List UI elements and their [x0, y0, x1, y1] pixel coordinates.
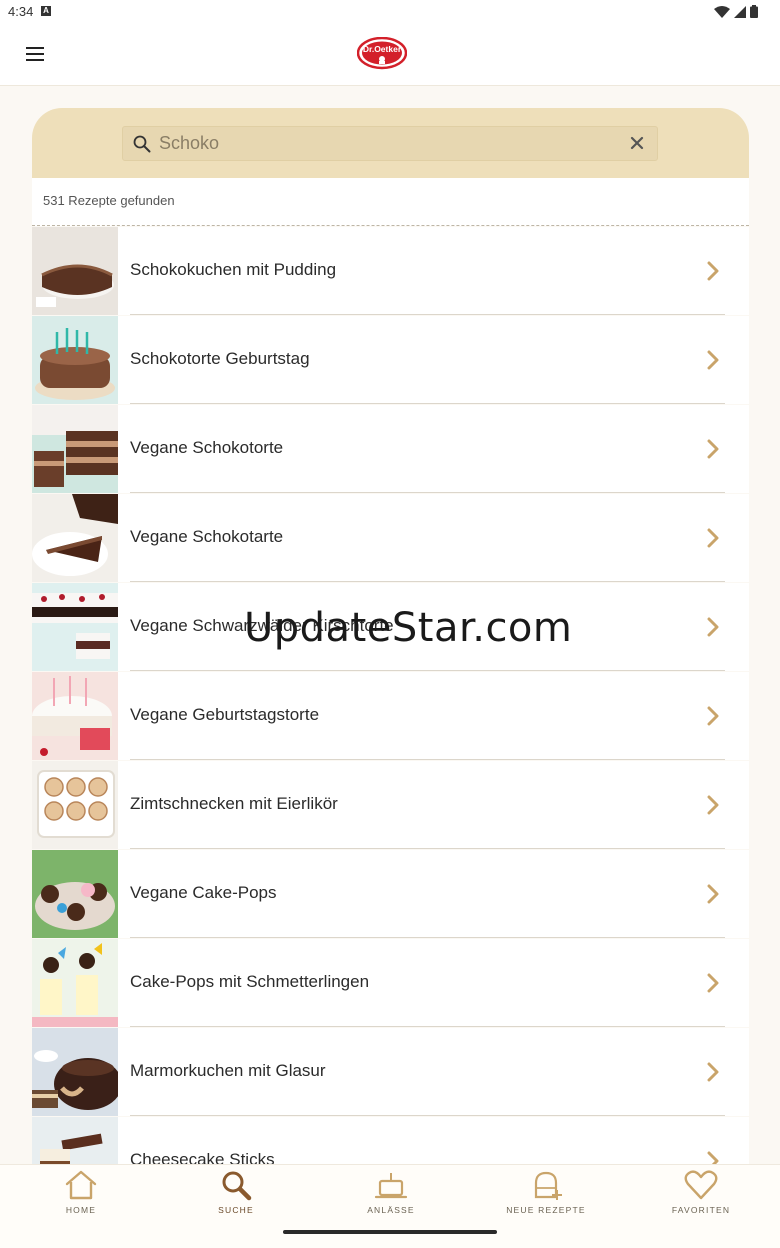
recipe-thumbnail [32, 227, 118, 315]
nav-favorites[interactable]: FAVORITEN [651, 1169, 751, 1225]
search-field[interactable] [122, 126, 658, 161]
recipe-title: Marmorkuchen mit Glasur [130, 1061, 326, 1080]
recipe-row[interactable]: Vegane Schwarzwälder Kirschtorte [32, 583, 749, 671]
chevron-right-icon [707, 528, 719, 548]
recipe-title: Cheesecake Sticks [130, 1150, 275, 1164]
recipe-title: Vegane Schokotarte [130, 527, 284, 546]
nav-home[interactable]: HOME [31, 1169, 131, 1225]
chevron-right-icon [707, 884, 719, 904]
menu-icon-line [26, 53, 44, 55]
search-input[interactable] [159, 127, 619, 160]
cake-icon [374, 1173, 408, 1199]
recipe-row[interactable]: Vegane Schokotorte [32, 405, 749, 493]
menu-button[interactable] [20, 42, 50, 68]
results-count: 531 Rezepte gefunden [43, 193, 175, 208]
recipe-row[interactable]: Schokokuchen mit Pudding [32, 227, 749, 315]
menu-icon-line [26, 59, 44, 61]
search-icon [133, 135, 151, 153]
chevron-right-icon [707, 261, 719, 281]
close-icon[interactable] [629, 135, 645, 151]
status-time: 4:34 [8, 4, 34, 19]
nav-label: HOME [65, 1205, 97, 1215]
nav-label: ANLÄSSE [367, 1205, 415, 1215]
row-divider [130, 492, 725, 493]
bottom-navigation: HOME SUCHE ANLÄSSE NEUE REZEPTE FAVORITE… [0, 1164, 780, 1248]
recipe-list[interactable]: Schokokuchen mit Pudding Schokotorte Geb… [32, 227, 749, 1164]
menu-icon [26, 47, 44, 49]
nav-label: NEUE REZEPTE [506, 1205, 586, 1215]
cellular-icon [734, 5, 746, 18]
row-divider [130, 937, 725, 938]
wifi-icon [714, 5, 730, 18]
row-divider [130, 581, 725, 582]
recipe-row[interactable]: Vegane Geburtstagstorte [32, 672, 749, 760]
recipe-row[interactable]: Cheesecake Sticks [32, 1117, 749, 1164]
recipe-row[interactable]: Cake-Pops mit Schmetterlingen [32, 939, 749, 1027]
recipe-thumbnail [32, 850, 118, 938]
search-panel [32, 108, 749, 178]
row-divider [130, 759, 725, 760]
recipe-thumbnail [32, 1117, 118, 1164]
recipe-title: Schokotorte Geburtstag [130, 349, 310, 368]
status-bar: 4:34 A [0, 0, 780, 24]
recipe-row[interactable]: Vegane Schokotarte [32, 494, 749, 582]
recipe-thumbnail [32, 316, 118, 404]
row-divider [130, 1115, 725, 1116]
search-icon [222, 1171, 252, 1201]
nav-label: FAVORITEN [671, 1205, 731, 1215]
logo-text: Dr.Oetker [363, 44, 402, 54]
results-header: 531 Rezepte gefunden [32, 178, 749, 226]
battery-icon [750, 5, 758, 18]
recipe-row[interactable]: Zimtschnecken mit Eierlikör [32, 761, 749, 849]
chevron-right-icon [707, 1151, 719, 1164]
home-indicator[interactable] [283, 1230, 497, 1234]
recipe-title: Vegane Schokotorte [130, 438, 284, 457]
recipe-thumbnail [32, 761, 118, 849]
chevron-right-icon [707, 795, 719, 815]
house-icon [65, 1170, 97, 1200]
nav-occasions[interactable]: ANLÄSSE [341, 1169, 441, 1225]
recipe-thumbnail [32, 939, 118, 1027]
notification-icon: A [41, 6, 51, 16]
app-bar: Dr.Oetker [0, 24, 780, 86]
heart-icon [684, 1170, 718, 1200]
recipe-title: Vegane Cake-Pops [130, 883, 277, 902]
recipe-thumbnail [32, 494, 118, 582]
row-divider [130, 314, 725, 315]
dr-oetker-logo[interactable]: Dr.Oetker [356, 36, 408, 71]
recipe-thumbnail [32, 405, 118, 493]
recipe-row[interactable]: Marmorkuchen mit Glasur [32, 1028, 749, 1116]
recipe-title: Zimtschnecken mit Eierlikör [130, 794, 338, 813]
status-icons [714, 5, 758, 18]
nav-new-recipes[interactable]: NEUE REZEPTE [496, 1169, 596, 1225]
recipe-thumbnail [32, 583, 118, 671]
recipe-row[interactable]: Schokotorte Geburtstag [32, 316, 749, 404]
chevron-right-icon [707, 1062, 719, 1082]
row-divider [130, 403, 725, 404]
recipe-title: Vegane Geburtstagstorte [130, 705, 320, 724]
nav-label: SUCHE [218, 1205, 254, 1215]
row-divider [130, 670, 725, 671]
chevron-right-icon [707, 350, 719, 370]
recipe-title: Schokokuchen mit Pudding [130, 260, 337, 279]
row-divider [130, 848, 725, 849]
chevron-right-icon [707, 973, 719, 993]
chevron-right-icon [707, 706, 719, 726]
recipe-row[interactable]: Vegane Cake-Pops [32, 850, 749, 938]
recipe-thumbnail [32, 672, 118, 760]
chevron-right-icon [707, 439, 719, 459]
row-divider [130, 1026, 725, 1027]
recipe-title: Vegane Schwarzwälder Kirschtorte [130, 616, 394, 635]
nav-search[interactable]: SUCHE [186, 1169, 286, 1225]
new-recipe-icon [534, 1171, 562, 1200]
recipe-thumbnail [32, 1028, 118, 1116]
chevron-right-icon [707, 617, 719, 637]
recipe-title: Cake-Pops mit Schmetterlingen [130, 972, 370, 991]
